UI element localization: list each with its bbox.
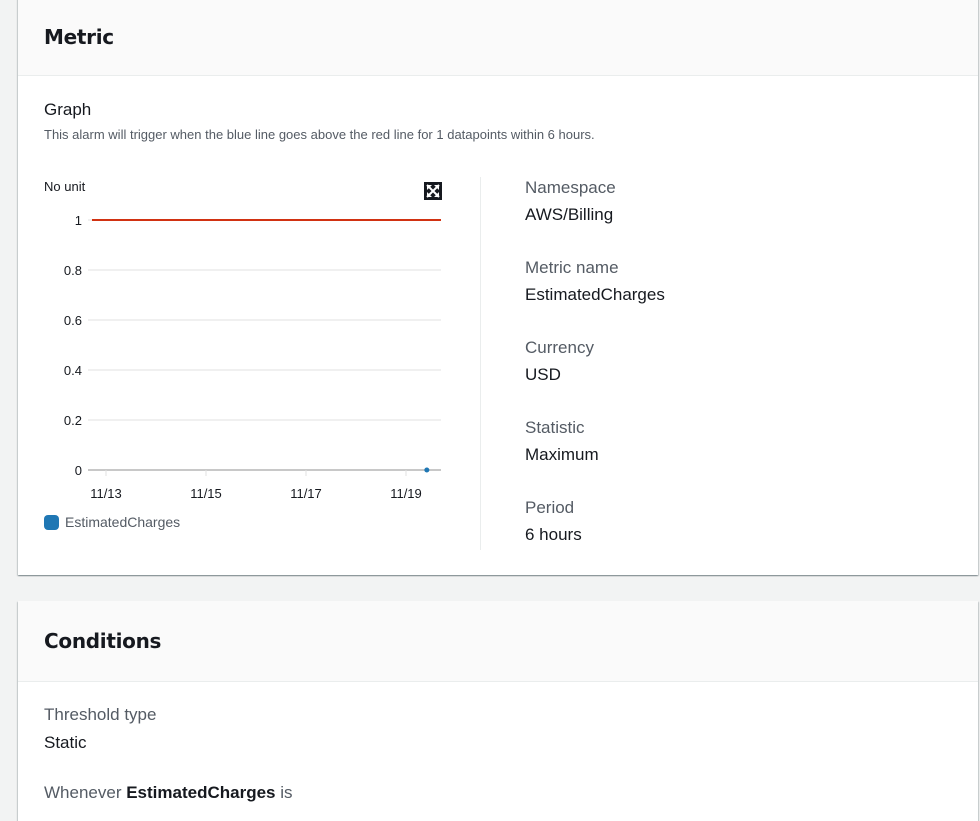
detail-metric-name: Metric name EstimatedCharges bbox=[525, 258, 665, 305]
y-tick-label: 0.4 bbox=[64, 363, 82, 378]
whenever-prefix: Whenever bbox=[44, 783, 122, 802]
legend-swatch bbox=[44, 514, 59, 530]
x-tick-label: 11/17 bbox=[290, 486, 322, 501]
detail-label: Metric name bbox=[525, 258, 619, 277]
detail-period: Period 6 hours bbox=[525, 498, 582, 545]
x-tick-label: 11/15 bbox=[190, 486, 222, 501]
detail-statistic: Statistic Maximum bbox=[525, 418, 599, 465]
whenever-metric: EstimatedCharges bbox=[126, 783, 276, 802]
y-tick-label: 1 bbox=[75, 213, 82, 228]
detail-label: Namespace bbox=[525, 178, 616, 197]
divider bbox=[480, 177, 481, 550]
detail-label: Currency bbox=[525, 338, 594, 357]
conditions-panel-header: Conditions bbox=[18, 601, 978, 682]
y-tick-label: 0 bbox=[75, 463, 82, 478]
x-tick-label: 11/13 bbox=[90, 486, 122, 501]
detail-namespace: Namespace AWS/Billing bbox=[525, 178, 616, 225]
y-tick-label: 0.8 bbox=[64, 263, 82, 278]
data-point bbox=[424, 467, 430, 473]
threshold-type-label: Threshold type bbox=[44, 705, 157, 724]
detail-currency: Currency USD bbox=[525, 338, 594, 385]
detail-label: Statistic bbox=[525, 418, 585, 437]
detail-value: Maximum bbox=[525, 445, 599, 464]
detail-value: AWS/Billing bbox=[525, 205, 614, 224]
y-tick-label: 0.2 bbox=[64, 413, 82, 428]
y-tick-label: 0.6 bbox=[64, 313, 82, 328]
detail-value: 6 hours bbox=[525, 525, 582, 544]
whenever-suffix: is bbox=[280, 783, 293, 802]
detail-value: USD bbox=[525, 365, 561, 384]
detail-label: Period bbox=[525, 498, 575, 517]
legend-label: EstimatedCharges bbox=[65, 514, 181, 530]
conditions-panel-title: Conditions bbox=[44, 629, 162, 653]
metric-chart: 0 0.2 0.4 0.6 0.8 1 11/13 11/15 11/17 11/19 bbox=[64, 213, 441, 501]
x-tick-label: 11/19 bbox=[390, 486, 422, 501]
legend-item[interactable]: EstimatedCharges bbox=[44, 514, 180, 530]
threshold-type-value: Static bbox=[44, 733, 87, 752]
whenever-condition: Whenever EstimatedCharges is bbox=[44, 783, 293, 803]
detail-value: EstimatedCharges bbox=[525, 285, 665, 304]
